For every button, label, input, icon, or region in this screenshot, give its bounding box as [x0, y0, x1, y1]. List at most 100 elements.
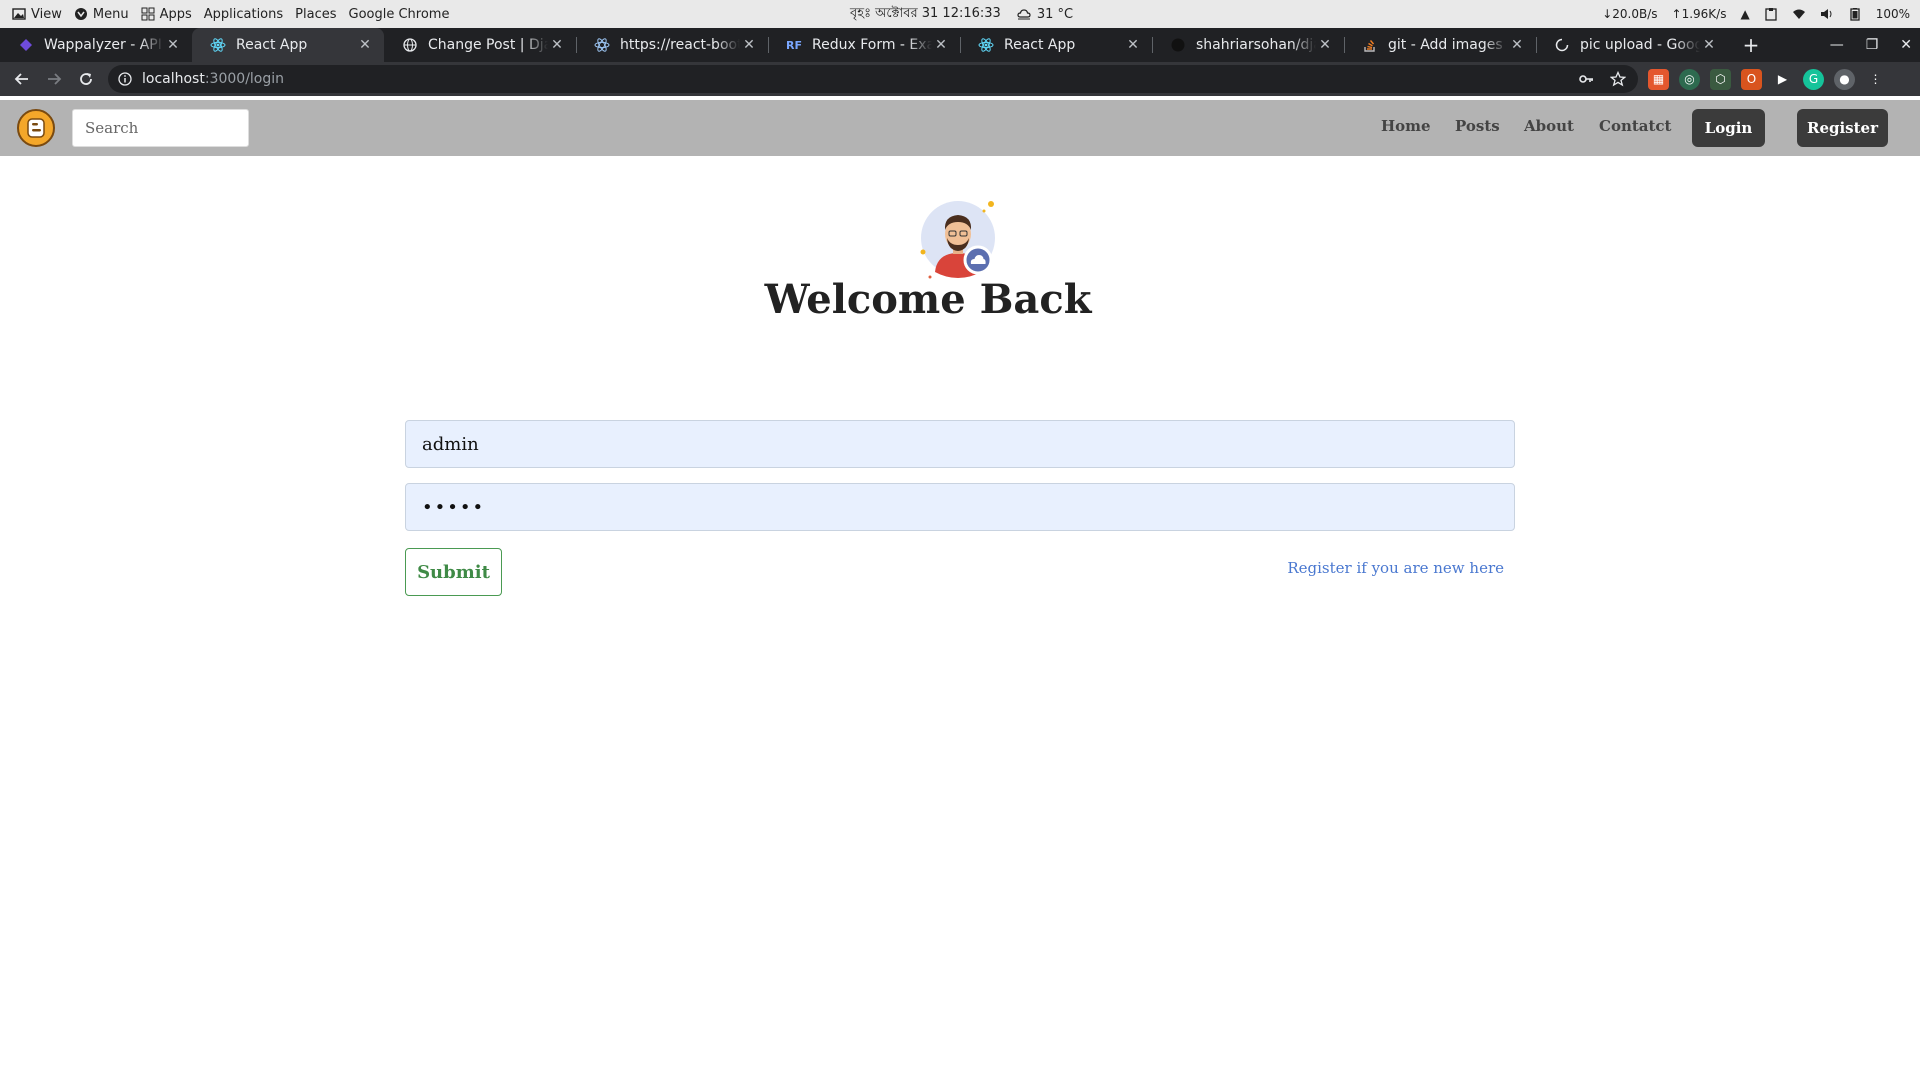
forward-button[interactable]	[38, 63, 70, 95]
wifi-icon[interactable]	[1792, 7, 1806, 21]
login-nav-button[interactable]: Login	[1692, 109, 1765, 147]
tab-react-app-2[interactable]: React App ✕	[960, 28, 1152, 62]
profile-avatar-icon[interactable]: ●	[1834, 68, 1855, 90]
tab-django-admin[interactable]: Change Post | Django ✕	[384, 28, 576, 62]
tab-close-icon[interactable]: ✕	[1124, 36, 1142, 54]
tab-title: Change Post | Django	[428, 37, 548, 53]
url-path: :3000/login	[204, 71, 285, 87]
weather-temp: 31 °C	[1036, 6, 1074, 22]
password-field[interactable]	[405, 483, 1515, 531]
logo-glyph	[27, 118, 45, 138]
stackoverflow-icon	[1362, 37, 1378, 53]
register-link[interactable]: Register if you are new here	[1287, 559, 1504, 577]
close-window-icon[interactable]: ✕	[1900, 37, 1912, 53]
os-applications-menu[interactable]: Applications	[204, 7, 283, 22]
extension-1-icon[interactable]: ▦	[1648, 68, 1669, 90]
net-speed-up: ↑1.96K/s	[1671, 7, 1727, 21]
register-nav-button[interactable]: Register	[1797, 109, 1888, 147]
view-label: View	[31, 6, 62, 22]
arrow-left-icon	[14, 73, 28, 85]
tab-react-bootstrap[interactable]: https://react-bootstrap ✕	[576, 28, 768, 62]
grammarly-icon[interactable]: G	[1803, 68, 1824, 90]
clipboard-icon[interactable]	[1764, 7, 1778, 21]
clock[interactable]: বৃহঃ অক্টোবর 31 12:16:33	[850, 4, 1001, 25]
play-icon[interactable]: ▶	[1772, 69, 1793, 90]
react-icon	[978, 37, 994, 53]
menu-label: Menu	[92, 6, 129, 22]
tab-title: Redux Form - Examples	[812, 37, 932, 53]
nav-link-contact[interactable]: Contatct	[1599, 117, 1672, 135]
react-bootstrap-icon	[594, 37, 610, 53]
tab-close-icon[interactable]: ✕	[356, 36, 374, 54]
apps-grid-icon	[141, 7, 155, 21]
user-avatar-illustration	[920, 201, 995, 279]
minimize-icon[interactable]: —	[1830, 37, 1844, 53]
os-top-panel: View Menu Apps Applications Places Googl…	[0, 0, 1920, 28]
eject-icon[interactable]: ▲	[1740, 7, 1749, 21]
search-input[interactable]	[72, 109, 249, 147]
page-viewport: Home Posts About Contatct Login Register…	[0, 96, 1920, 1080]
new-tab-button[interactable]: +	[1734, 28, 1768, 62]
wappalyzer-icon	[18, 37, 34, 53]
nav-link-about[interactable]: About	[1524, 117, 1574, 135]
tab-google-search[interactable]: pic upload - Google ✕	[1536, 28, 1728, 62]
os-apps-menu[interactable]: Apps	[141, 7, 192, 22]
tab-close-icon[interactable]: ✕	[932, 36, 950, 54]
nav-link-posts[interactable]: Posts	[1455, 117, 1500, 135]
tab-title: git - Add images to	[1388, 37, 1508, 53]
os-view-menu[interactable]: View	[12, 7, 62, 22]
extension-3-icon[interactable]: ⬡	[1710, 68, 1731, 90]
reload-button[interactable]	[70, 63, 102, 95]
applications-label: Applications	[203, 6, 284, 22]
info-icon[interactable]	[118, 72, 132, 86]
office-icon[interactable]: O	[1741, 68, 1762, 90]
weather-widget[interactable]: 31 °C	[1017, 7, 1073, 22]
tab-stackoverflow[interactable]: git - Add images to ✕	[1344, 28, 1536, 62]
mint-menu-icon	[74, 8, 87, 20]
nav-link-home[interactable]: Home	[1381, 117, 1431, 135]
os-active-app[interactable]: Google Chrome	[349, 7, 450, 22]
tab-react-app-active[interactable]: React App ✕	[192, 28, 384, 62]
tab-close-icon[interactable]: ✕	[740, 36, 758, 54]
blogger-logo-icon[interactable]	[17, 109, 55, 147]
cloud-icon	[1017, 9, 1031, 20]
volume-icon[interactable]	[1820, 7, 1834, 21]
extension-icons: ▦ ◎ ⬡ O ▶ G ● ⋮	[1648, 62, 1886, 96]
extension-2-icon[interactable]: ◎	[1679, 68, 1700, 90]
back-button[interactable]	[6, 63, 38, 95]
tab-title: React App	[1004, 37, 1076, 53]
tab-wappalyzer[interactable]: Wappalyzer - API ✕	[0, 28, 192, 62]
tab-title: shahriarsohan/django	[1196, 37, 1316, 53]
tab-close-icon[interactable]: ✕	[1508, 36, 1526, 54]
tab-close-icon[interactable]: ✕	[1700, 36, 1718, 54]
tab-redux-form[interactable]: RF Redux Form - Examples ✕	[768, 28, 960, 62]
username-field[interactable]	[405, 420, 1515, 468]
window-controls: — ❐ ✕	[1830, 28, 1912, 62]
battery-level: 100%	[1875, 7, 1910, 21]
battery-icon[interactable]	[1848, 7, 1862, 21]
restore-icon[interactable]: ❐	[1866, 37, 1879, 53]
reload-icon	[80, 73, 92, 85]
submit-button[interactable]: Submit	[405, 548, 502, 596]
key-icon[interactable]	[1578, 71, 1594, 87]
address-bar[interactable]: localhost:3000/login	[108, 65, 1638, 93]
globe-icon	[402, 37, 418, 53]
site-navbar: Home Posts About Contatct Login Register	[0, 100, 1920, 156]
chrome-menu-icon[interactable]: ⋮	[1865, 69, 1886, 90]
tab-github[interactable]: shahriarsohan/django ✕	[1152, 28, 1344, 62]
browser-tab-strip: Wappalyzer - API ✕ React App ✕ Change Po…	[0, 28, 1920, 62]
bookmark-star-icon[interactable]	[1610, 71, 1626, 87]
react-icon	[210, 37, 226, 53]
tab-title: https://react-bootstrap	[620, 37, 740, 53]
places-label: Places	[295, 6, 337, 22]
os-main-menu[interactable]: Menu	[74, 7, 129, 22]
tab-close-icon[interactable]: ✕	[164, 36, 182, 54]
tab-close-icon[interactable]: ✕	[1316, 36, 1334, 54]
image-viewer-icon	[12, 8, 26, 20]
redux-form-icon: RF	[786, 38, 802, 52]
net-speed-down: ↓20.0B/s	[1602, 7, 1658, 21]
apps-label: Apps	[159, 6, 192, 22]
tab-close-icon[interactable]: ✕	[548, 36, 566, 54]
os-places-menu[interactable]: Places	[295, 7, 336, 22]
page-title: Welcome Back	[764, 276, 1092, 323]
